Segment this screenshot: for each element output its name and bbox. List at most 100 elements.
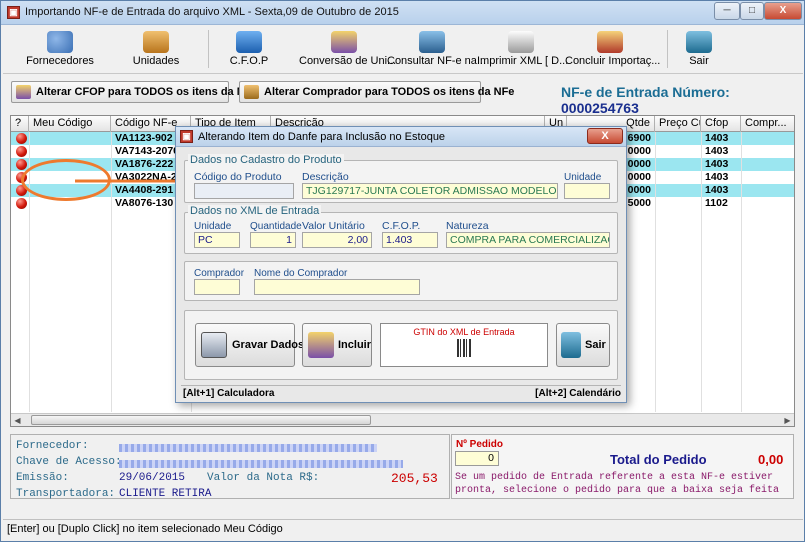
column-header[interactable]: ? — [11, 116, 29, 132]
calculadora-shortcut[interactable]: [Alt+1] Calculadora — [183, 388, 274, 399]
column-header[interactable]: Cfop — [701, 116, 741, 132]
transportadora-value: CLIENTE RETIRA — [119, 488, 212, 500]
toolbar-imprimir-button[interactable]: Imprimir XML [ D... — [477, 28, 568, 72]
comprador-input[interactable] — [194, 279, 240, 295]
valor-unitario-input[interactable]: 2,00 — [302, 232, 372, 248]
toolbar-fornecedores-button[interactable]: Fornecedores — [25, 28, 95, 72]
alterar-item-dialog: ▣ Alterando Item do Danfe para Inclusão … — [175, 126, 627, 403]
column-header[interactable]: Meu Código — [29, 116, 111, 132]
nfe-label: NF-e de Entrada Número: — [561, 84, 730, 100]
toolbar-separator — [667, 30, 668, 68]
xml-unidade-input[interactable]: PC — [194, 232, 240, 248]
minimize-button[interactable]: ─ — [714, 2, 740, 20]
valor-nota-value: 205,53 — [391, 471, 438, 486]
grid-line — [655, 132, 656, 412]
pedido-label: Nº Pedido — [456, 439, 503, 450]
toolbar-concluir-button[interactable]: Concluir Importaç... — [565, 28, 660, 72]
grid-line — [741, 132, 742, 412]
calendario-shortcut[interactable]: [Alt+2] Calendário — [535, 388, 621, 399]
scroll-right-icon[interactable]: ▶ — [781, 414, 794, 427]
toolbar-label: Consultar NF-e na... — [387, 55, 487, 67]
horizontal-scrollbar[interactable]: ◀ ▶ — [11, 413, 794, 426]
pedido-input[interactable]: 0 — [455, 451, 499, 466]
quantidade-input[interactable]: 1 — [250, 232, 296, 248]
pedido-message-line2: pronta, selecione o pedido para que a ba… — [455, 485, 780, 496]
toolbar-label: Sair — [689, 55, 709, 67]
nome-comprador-label: Nome do Comprador — [254, 268, 348, 279]
dialog-footer: [Alt+1] Calculadora [Alt+2] Calendário — [181, 385, 621, 399]
cell-cfop: 1403 — [705, 158, 729, 170]
toolbar: Fornecedores Unidades C.F.O.P Conversão … — [3, 26, 803, 74]
dialog-sair-button[interactable]: Sair — [556, 323, 610, 367]
cell-codigo-nfe: VA1123-902 — [115, 132, 173, 144]
dialog-title-bar: ▣ Alterando Item do Danfe para Inclusão … — [176, 127, 626, 147]
gravar-dados-button[interactable]: Gravar Dados — [195, 323, 304, 367]
convert-icon — [331, 31, 357, 53]
natureza-label: Natureza — [446, 220, 489, 232]
nome-comprador-input[interactable] — [254, 279, 420, 295]
natureza-input[interactable]: COMPRA PARA COMERCIALIZACAO — [446, 232, 610, 248]
cfop-label: C.F.O.P. — [382, 220, 421, 232]
column-header[interactable]: Compr... — [741, 116, 794, 132]
annotation-arrow-icon — [75, 173, 189, 189]
scroll-left-icon[interactable]: ◀ — [11, 414, 24, 427]
dialog-close-button[interactable]: X — [587, 128, 623, 144]
alterar-comprador-label: Alterar Comprador para TODOS os itens da… — [264, 86, 515, 98]
alterar-cfop-todos-button[interactable]: Alterar CFOP para TODOS os itens da NFe — [11, 81, 258, 103]
fornecedor-label: Fornecedor: — [16, 440, 89, 452]
toolbar-label: Fornecedores — [26, 55, 94, 67]
descricao-input[interactable]: TJG129717-JUNTA COLETOR ADMISSAO MODELO … — [302, 183, 558, 199]
barcode-icon — [457, 339, 471, 357]
toolbar-consultar-button[interactable]: Consultar NF-e na... — [387, 28, 487, 72]
buyer-icon — [244, 85, 259, 99]
convert-icon — [16, 85, 31, 99]
toolbar-unidades-button[interactable]: Unidades — [121, 28, 191, 72]
toolbar-label: Conversão de Uni... — [299, 55, 397, 67]
cfop-input[interactable]: 1.403 — [382, 232, 438, 248]
maximize-button[interactable]: □ — [740, 2, 764, 20]
dialog-title: Alterando Item do Danfe para Inclusão no… — [198, 131, 446, 143]
pedido-panel: Nº Pedido 0 Total do Pedido 0,00 Se um p… — [451, 434, 794, 499]
quantidade-label: Quantidade — [250, 221, 302, 232]
grid-line — [701, 132, 702, 412]
unidade-input[interactable] — [564, 183, 610, 199]
valor-nota-label: Valor da Nota R$: — [207, 472, 320, 484]
incluir-button[interactable]: Incluir — [302, 323, 372, 367]
alterar-comprador-todos-button[interactable]: Alterar Comprador para TODOS os itens da… — [239, 81, 514, 103]
incluir-label: Incluir — [338, 339, 372, 351]
status-red-icon — [16, 146, 27, 157]
status-red-icon — [16, 159, 27, 170]
cell-cfop: 1403 — [705, 184, 729, 196]
emissao-label: Emissão: — [16, 472, 69, 484]
cell-cfop: 1403 — [705, 132, 729, 144]
toolbar-sair-button[interactable]: Sair — [679, 28, 719, 72]
alterar-cfop-label: Alterar CFOP para TODOS os itens da NFe — [36, 86, 258, 98]
gtin-box: GTIN do XML de Entrada — [380, 323, 548, 367]
chave-label: Chave de Acesso: — [16, 456, 122, 468]
fornecedor-value-redacted — [119, 444, 377, 452]
save-disk-icon — [201, 332, 227, 358]
cell-codigo-nfe: VA7143-2070 — [115, 145, 180, 157]
gravar-dados-label: Gravar Dados — [232, 339, 305, 351]
close-button[interactable]: X — [764, 2, 802, 20]
cell-codigo-nfe: VA8076-130 — [115, 197, 174, 209]
toolbar-cfop-button[interactable]: C.F.O.P — [219, 28, 279, 72]
scrollbar-thumb[interactable] — [31, 415, 371, 425]
valor-unitario-label: Valor Unitário — [302, 220, 365, 232]
toolbar-conversao-button[interactable]: Conversão de Uni... — [299, 28, 397, 72]
comprador-label: Comprador — [194, 268, 245, 279]
codigo-produto-input[interactable] — [194, 183, 294, 199]
exit-door-icon — [686, 31, 712, 53]
network-icon — [419, 31, 445, 53]
status-bar: [Enter] ou [Duplo Click] no item selecio… — [3, 519, 803, 539]
xml-legend: Dados no XML de Entrada — [188, 205, 322, 217]
chave-value-redacted — [119, 460, 403, 468]
finish-icon — [597, 31, 623, 53]
app-icon: ▣ — [180, 130, 193, 143]
title-bar: ▣ Importando NF-e de Entrada do arquivo … — [1, 1, 804, 25]
people-icon — [47, 31, 73, 53]
app-icon: ▣ — [7, 6, 20, 19]
emissao-value: 29/06/2015 — [119, 472, 186, 484]
cell-cfop: 1403 — [705, 145, 729, 157]
column-header[interactable]: Preço Cust... — [655, 116, 701, 132]
